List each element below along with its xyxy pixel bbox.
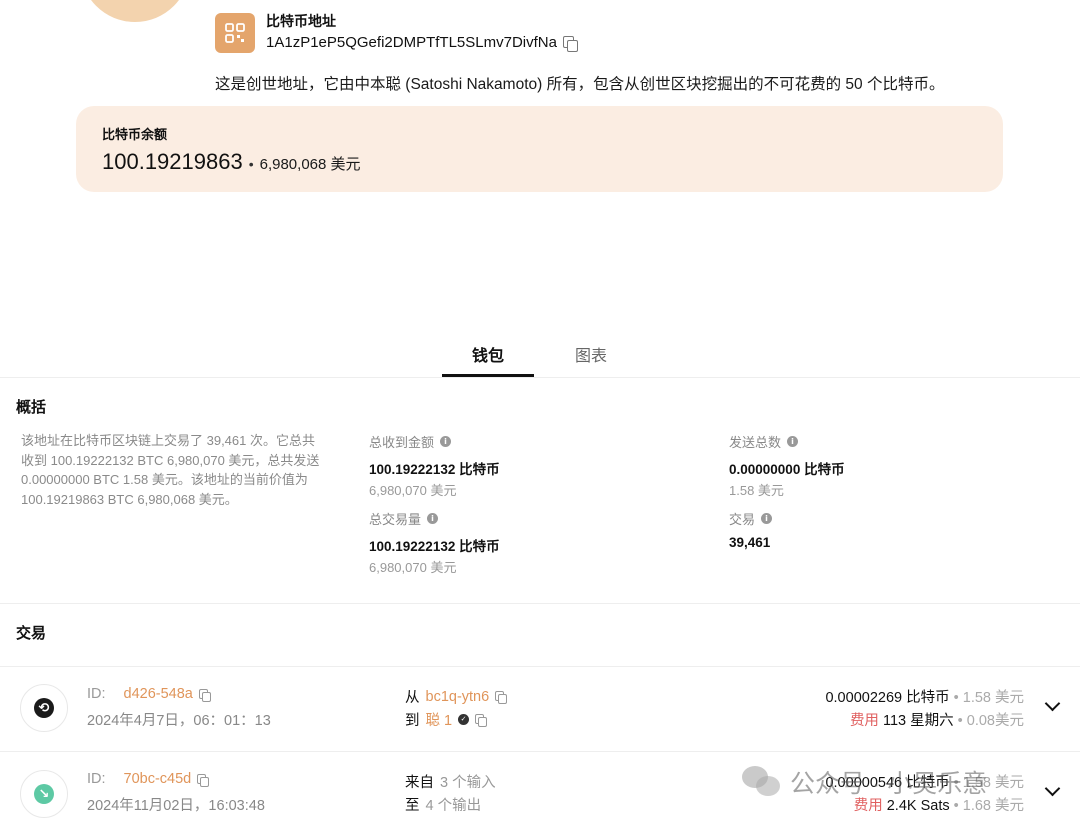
address-header: 比特币地址 1A1zP1eP5QGefi2DMPTfTL5SLmv7DivfNa xyxy=(215,12,578,53)
address-description: 这是创世地址，它由中本聪 (Satoshi Nakamoto) 所有，包含从创世… xyxy=(215,76,945,93)
stat-tx-count: 交易 i 39,461 xyxy=(729,509,773,550)
tx-fee-separator: • xyxy=(957,713,963,729)
stat-sub: 1.58 美元 xyxy=(729,483,784,498)
tx-date: 2024年11月02日，16:03:48 xyxy=(87,798,265,814)
tx-fee-usd: 1.68 美元 xyxy=(962,798,1024,814)
tx-fee-separator: • xyxy=(953,798,959,814)
address-avatar xyxy=(80,0,190,22)
tab-chart[interactable]: 图表 xyxy=(575,342,607,366)
stat-sub: 6,980,070 美元 xyxy=(369,483,457,498)
info-icon[interactable]: i xyxy=(761,513,773,524)
chevron-down-icon[interactable] xyxy=(1044,695,1061,712)
stat-label: 总交易量 xyxy=(369,512,422,527)
tab-bar: 钱包 图表 xyxy=(0,330,1080,378)
tx-amount: 0.00002269 比特币 xyxy=(825,690,950,706)
copy-icon[interactable] xyxy=(495,691,508,704)
copy-icon[interactable] xyxy=(198,688,211,702)
tx-to-link[interactable]: 聪 1 xyxy=(426,709,453,730)
tx-id-label: ID: xyxy=(87,686,106,702)
tx-amount-separator: • xyxy=(953,775,959,791)
tx-fee-value: 2.4K Sats xyxy=(886,798,950,814)
tx-date: 2024年4月7日，06：01：13 xyxy=(87,713,271,729)
tx-amount-usd: 1.58 美元 xyxy=(962,775,1024,791)
stat-total-volume: 总交易量 i 100.19222132 比特币 6,980,070 美元 xyxy=(369,509,500,576)
tx-fee-label: 费用 xyxy=(853,798,883,814)
stat-value: 100.19222132 比特币 xyxy=(369,539,500,554)
address-label: 比特币地址 xyxy=(266,13,336,29)
tx-to-label: 到 xyxy=(405,713,420,729)
verified-icon: ✓ xyxy=(458,714,470,725)
transactions-title: 交易 xyxy=(16,625,47,642)
copy-icon[interactable] xyxy=(475,714,488,727)
divider xyxy=(0,603,1080,604)
stat-value: 39,461 xyxy=(729,535,771,550)
stat-label: 总收到金额 xyxy=(369,435,435,450)
balance-card: 比特币余额 100.19219863 • 6,980,068 美元 xyxy=(76,106,1003,192)
tx-to-label: 至 xyxy=(405,798,420,814)
tx-id-link[interactable]: 70bc-c45d xyxy=(124,771,192,787)
tx-amount-usd: 1.58 美元 xyxy=(962,690,1024,706)
tx-id-link[interactable]: d426-548a xyxy=(124,686,193,702)
swap-icon: ⟲ xyxy=(20,684,68,732)
info-icon[interactable]: i xyxy=(787,436,799,447)
tx-outputs[interactable]: 4 个输出 xyxy=(426,794,482,815)
tx-from-link[interactable]: bc1q-ytn6 xyxy=(426,689,490,705)
stat-sub: 6,980,070 美元 xyxy=(369,560,457,575)
tx-fee-value: 113 星期六 xyxy=(882,713,954,729)
chevron-down-icon[interactable] xyxy=(1044,780,1061,797)
arrow-down-right-icon: ↘ xyxy=(20,770,68,818)
stat-total-received: 总收到金额 i 100.19222132 比特币 6,980,070 美元 xyxy=(369,432,500,499)
tx-fee-label: 费用 xyxy=(849,713,879,729)
tx-id-label: ID: xyxy=(87,771,106,787)
transaction-row[interactable]: ↘ ID: 70bc-c45d 2024年11月02日，16:03:48 来自 … xyxy=(0,752,1080,826)
copy-icon[interactable] xyxy=(197,773,210,787)
info-icon[interactable]: i xyxy=(427,513,439,524)
tx-from-label: 来自 xyxy=(405,775,434,791)
stat-label: 发送总数 xyxy=(729,435,782,450)
balance-label: 比特币余额 xyxy=(102,127,168,142)
overview-title: 概括 xyxy=(16,399,47,416)
overview-text: 该地址在比特币区块链上交易了 39,461 次。它总共收到 100.192221… xyxy=(21,433,320,507)
tx-amount-separator: • xyxy=(953,690,959,706)
address-value: 1A1zP1eP5QGefi2DMPTfTL5SLmv7DivfNa xyxy=(266,34,557,51)
balance-separator: • xyxy=(248,156,254,172)
stat-value: 100.19222132 比特币 xyxy=(369,462,500,477)
tx-inputs[interactable]: 3 个输入 xyxy=(440,771,496,792)
stat-value: 0.00000000 比特币 xyxy=(729,462,845,477)
tx-from-label: 从 xyxy=(405,690,420,706)
qr-code-button[interactable] xyxy=(215,12,255,53)
qr-code-icon xyxy=(225,22,245,43)
stat-label: 交易 xyxy=(729,512,756,527)
tx-fee-usd: 0.08美元 xyxy=(966,713,1024,729)
balance-btc: 100.19219863 xyxy=(102,149,243,174)
transaction-row[interactable]: ⟲ ID: d426-548a 2024年4月7日，06：01：13 从 bc1… xyxy=(0,666,1080,746)
tx-amount: 0.00000546 比特币 xyxy=(825,775,950,791)
tab-wallet[interactable]: 钱包 xyxy=(442,342,534,377)
copy-icon[interactable] xyxy=(562,36,578,52)
info-icon[interactable]: i xyxy=(440,436,452,447)
stat-total-sent: 发送总数 i 0.00000000 比特币 1.58 美元 xyxy=(729,432,845,499)
balance-usd: 6,980,068 美元 xyxy=(259,156,361,173)
